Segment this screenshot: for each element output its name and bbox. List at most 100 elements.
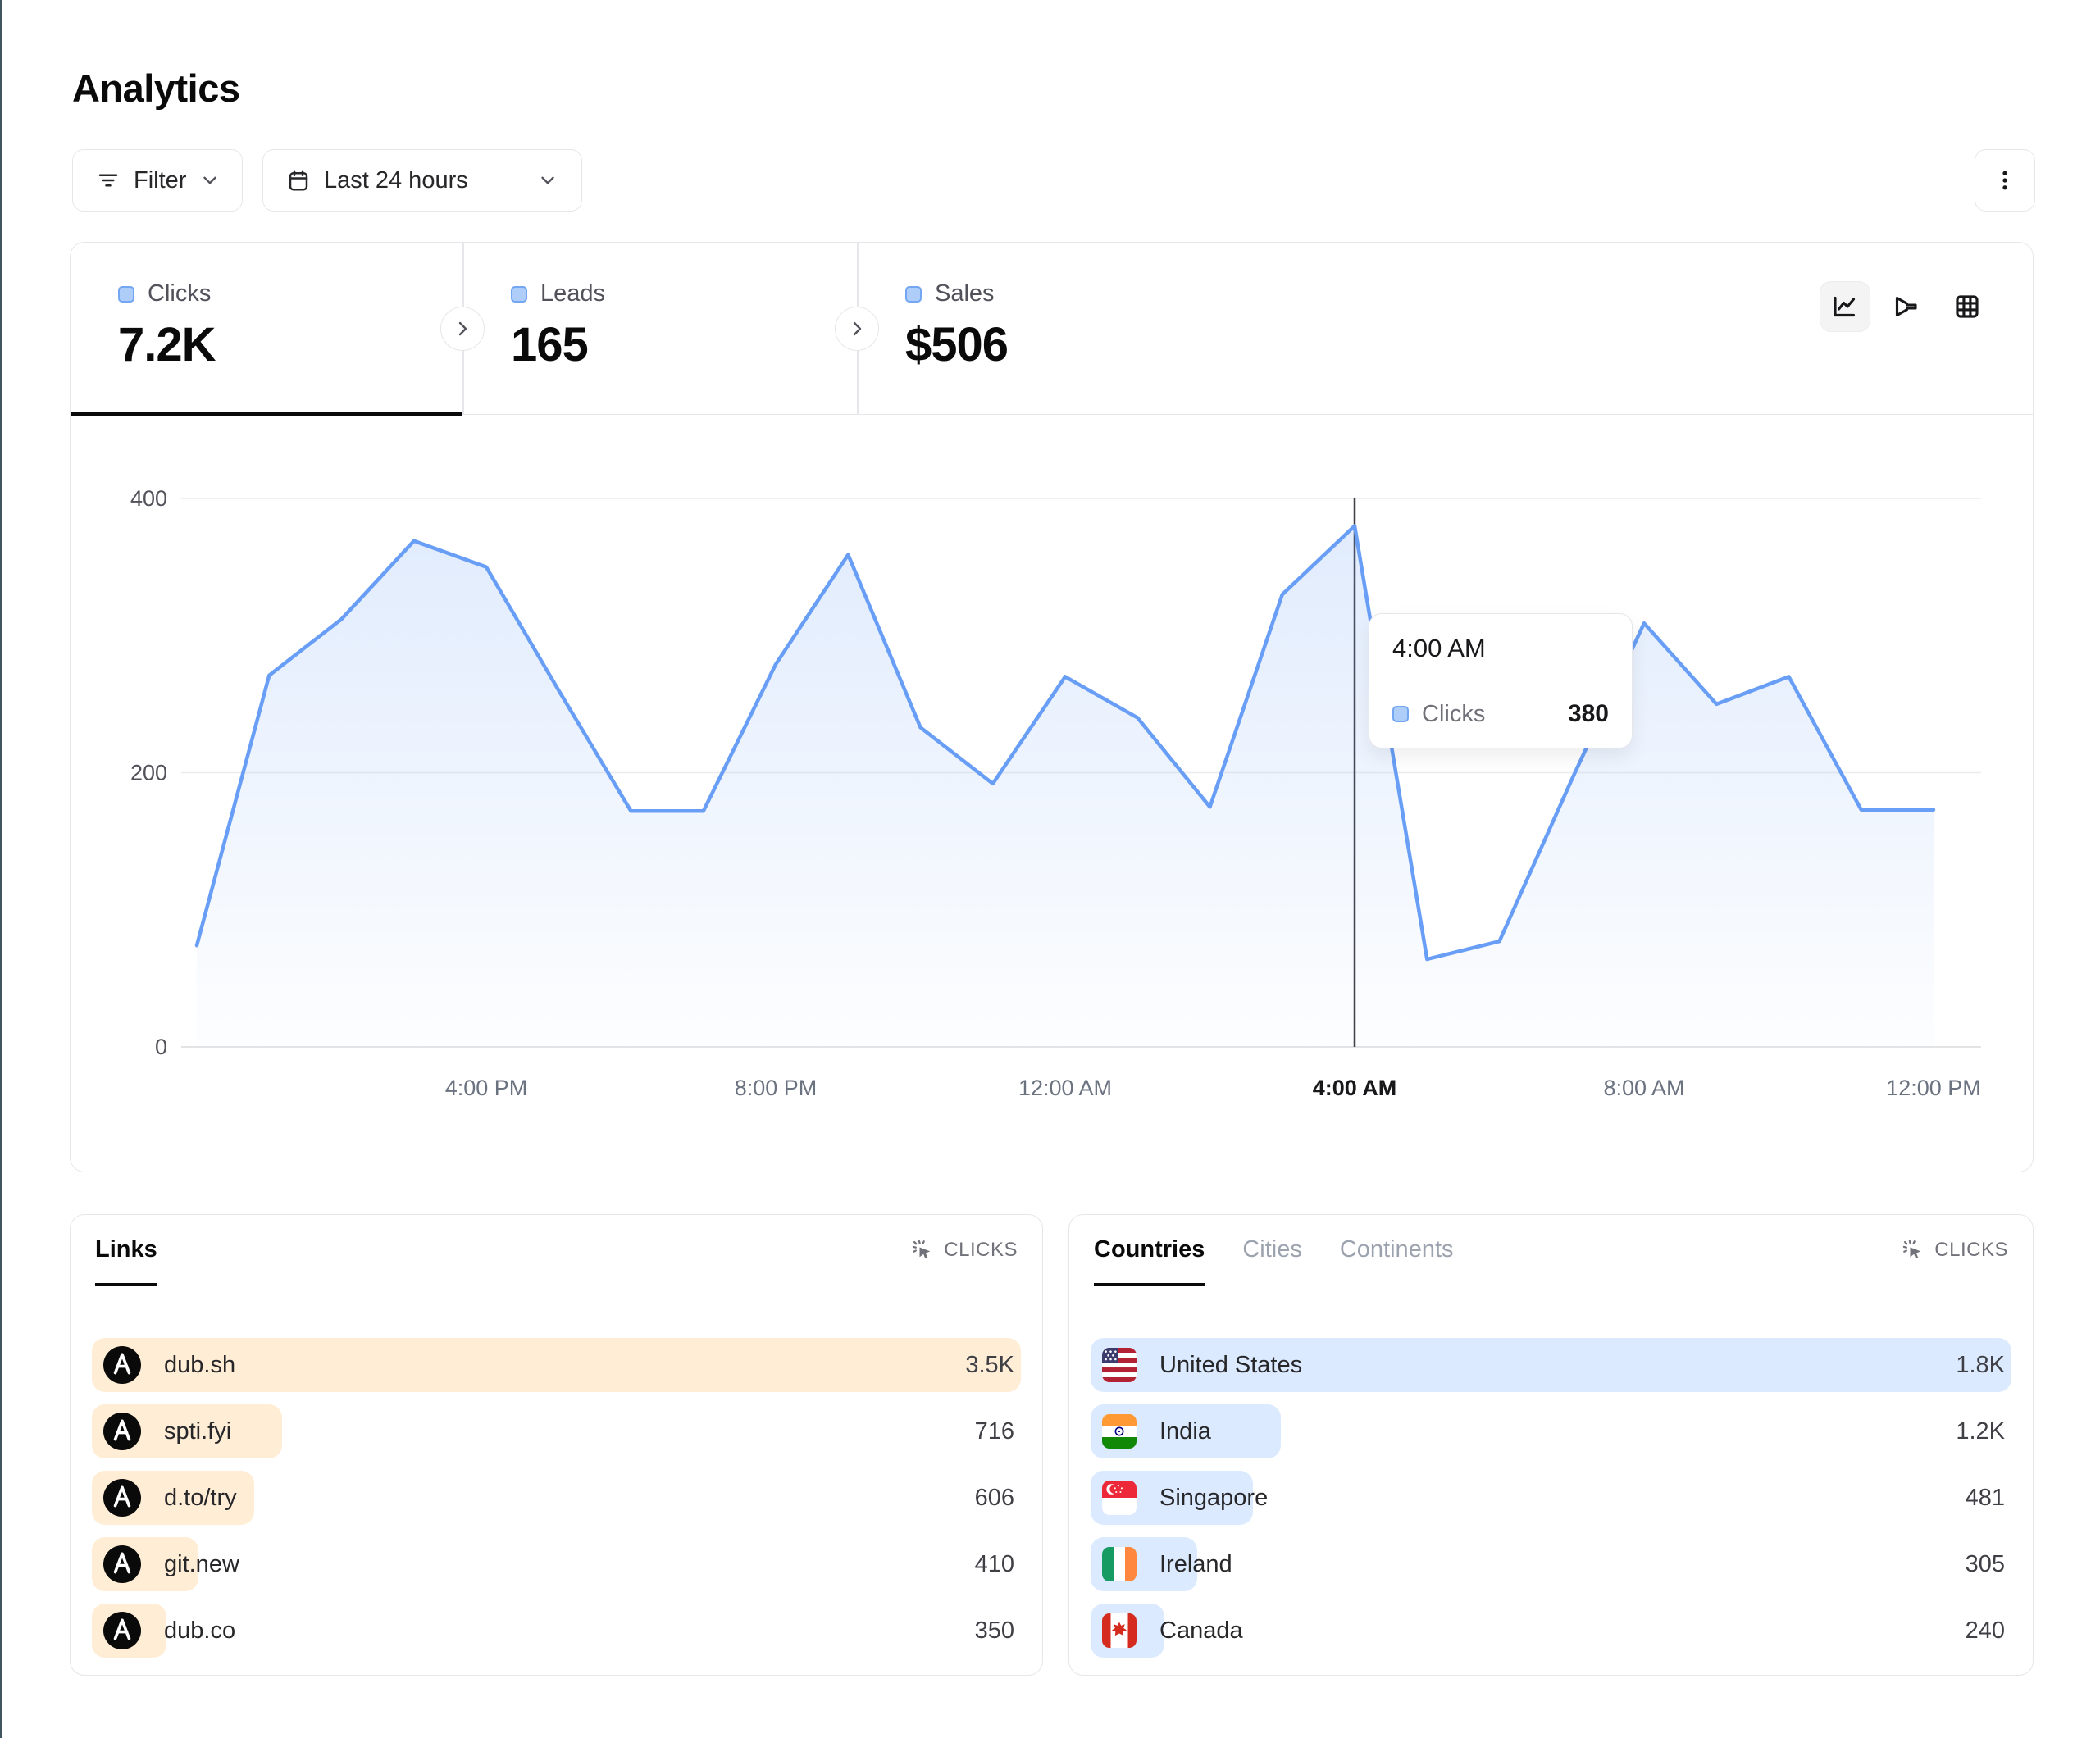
page-title: Analytics xyxy=(72,66,239,111)
more-options-button[interactable] xyxy=(1975,149,2035,212)
clicks-count: 1.8K xyxy=(1956,1338,2005,1392)
line-chart-view-button[interactable] xyxy=(1820,281,1870,332)
tooltip-series-label: Clicks xyxy=(1422,701,1485,728)
tab-leads[interactable]: Leads 165 xyxy=(463,243,857,415)
metric-tab-label: Sales xyxy=(935,280,995,307)
dub-logo-icon xyxy=(103,1413,141,1450)
metric-tabstrip: Clicks 7.2K Leads 165 Sales $506 xyxy=(71,243,2033,415)
x-tick-label: 8:00 PM xyxy=(735,1076,818,1100)
analytics-card: 0200400 4:00 PM8:00 PM12:00 AM4:00 AM8:0… xyxy=(70,242,2034,1172)
window-edge-accent xyxy=(0,0,2,1738)
tab-cities[interactable]: Cities xyxy=(1242,1215,1302,1285)
country-label: United States xyxy=(1159,1352,1302,1379)
next-metric-button[interactable] xyxy=(835,307,879,351)
x-tick-label: 4:00 AM xyxy=(1313,1076,1397,1100)
flag-in-icon xyxy=(1102,1414,1137,1449)
tab-sales[interactable]: Sales $506 xyxy=(858,243,1251,415)
filter-button[interactable]: Filter xyxy=(72,149,243,212)
links-metric-selector[interactable]: CLICKS xyxy=(911,1239,1018,1262)
link-label: dub.sh xyxy=(164,1352,235,1379)
sales-value: $506 xyxy=(905,317,1251,372)
list-item[interactable]: Ireland 305 xyxy=(1091,1537,2011,1591)
leads-value: 165 xyxy=(511,317,857,372)
filter-icon xyxy=(96,168,121,193)
leads-legend-square-icon xyxy=(511,286,527,303)
link-label: d.to/try xyxy=(164,1485,237,1512)
grid-icon xyxy=(1952,292,1982,321)
x-tick-label: 12:00 PM xyxy=(1886,1076,1981,1100)
chevron-down-icon xyxy=(537,170,558,191)
flag-ie-icon xyxy=(1102,1547,1137,1581)
list-item[interactable]: git.new 410 xyxy=(92,1537,1021,1591)
chevron-down-icon xyxy=(199,170,221,191)
links-list: dub.sh 3.5K spti.fyi 716 d.to/try 606 gi… xyxy=(71,1285,1042,1658)
flag-sg-icon xyxy=(1102,1481,1137,1515)
list-item[interactable]: United States 1.8K xyxy=(1091,1338,2011,1392)
country-label: Canada xyxy=(1159,1617,1243,1645)
tooltip-series-value: 380 xyxy=(1568,700,1609,728)
countries-metric-selector[interactable]: CLICKS xyxy=(1902,1239,2008,1262)
date-range-label: Last 24 hours xyxy=(324,167,468,194)
y-tick-label: 400 xyxy=(130,486,167,511)
links-metric-label: CLICKS xyxy=(944,1239,1018,1262)
list-item[interactable]: Canada 240 xyxy=(1091,1604,2011,1658)
countries-panel: Countries Cities Continents CLICKS United … xyxy=(1068,1214,2034,1676)
countries-tabs: Countries Cities Continents xyxy=(1094,1215,1454,1285)
list-item[interactable]: spti.fyi 716 xyxy=(92,1404,1021,1458)
clicks-count: 305 xyxy=(1966,1537,2005,1591)
country-label: Singapore xyxy=(1159,1485,1268,1512)
clicks-area-fill xyxy=(197,526,1934,1048)
y-tick-label: 200 xyxy=(130,761,167,785)
clicks-count: 716 xyxy=(975,1404,1014,1458)
clicks-count: 350 xyxy=(975,1604,1014,1658)
x-tick-label: 12:00 AM xyxy=(1018,1076,1112,1100)
metric-tab-label: Clicks xyxy=(148,280,211,307)
kebab-menu-icon xyxy=(1993,168,2017,193)
table-view-button[interactable] xyxy=(1942,281,1993,332)
links-panel: Links CLICKS dub.sh 3.5K xyxy=(70,1214,1043,1676)
country-label: India xyxy=(1159,1418,1211,1445)
funnel-view-button[interactable] xyxy=(1880,281,1931,332)
clicks-count: 240 xyxy=(1966,1604,2005,1658)
clicks-legend-square-icon xyxy=(118,286,134,303)
clicks-count: 1.2K xyxy=(1956,1404,2005,1458)
chart-x-axis-labels: 4:00 PM8:00 PM12:00 AM4:00 AM8:00 AM12:0… xyxy=(445,1076,1981,1100)
list-item[interactable]: dub.sh 3.5K xyxy=(92,1338,1021,1392)
date-range-button[interactable]: Last 24 hours xyxy=(262,149,582,212)
metric-tab-label: Leads xyxy=(540,280,605,307)
clicks-value: 7.2K xyxy=(118,317,462,372)
link-label: spti.fyi xyxy=(164,1418,231,1445)
tab-links[interactable]: Links xyxy=(95,1215,157,1285)
chart-y-axis-labels: 0 200 400 xyxy=(130,486,167,1059)
filter-button-label: Filter xyxy=(134,167,186,194)
funnel-icon xyxy=(1891,292,1920,321)
countries-metric-label: CLICKS xyxy=(1934,1239,2008,1262)
chart-tooltip: 4:00 AM Clicks 380 xyxy=(1369,613,1633,748)
dub-logo-icon xyxy=(103,1545,141,1583)
line-chart-icon xyxy=(1830,292,1860,321)
dub-logo-icon xyxy=(103,1346,141,1384)
clicks-count: 481 xyxy=(1966,1471,2005,1525)
link-label: git.new xyxy=(164,1551,239,1578)
y-tick-label: 0 xyxy=(155,1035,167,1059)
cursor-click-icon xyxy=(1902,1239,1925,1262)
list-item[interactable]: Singapore 481 xyxy=(1091,1471,2011,1525)
link-label: dub.co xyxy=(164,1617,235,1645)
list-item[interactable]: d.to/try 606 xyxy=(92,1471,1021,1525)
countries-list: United States 1.8K India 1.2K Singapore … xyxy=(1069,1285,2033,1658)
tab-countries[interactable]: Countries xyxy=(1094,1215,1205,1285)
sales-legend-square-icon xyxy=(905,286,922,303)
dub-logo-icon xyxy=(103,1612,141,1649)
list-item[interactable]: India 1.2K xyxy=(1091,1404,2011,1458)
list-item[interactable]: dub.co 350 xyxy=(92,1604,1021,1658)
flag-ca-icon xyxy=(1102,1613,1137,1648)
dub-logo-icon xyxy=(103,1479,141,1517)
flag-us-icon xyxy=(1102,1348,1137,1382)
next-metric-button[interactable] xyxy=(440,307,485,351)
x-tick-label: 8:00 AM xyxy=(1603,1076,1684,1100)
clicks-count: 606 xyxy=(975,1471,1014,1525)
tab-continents[interactable]: Continents xyxy=(1340,1215,1454,1285)
tab-clicks[interactable]: Clicks 7.2K xyxy=(71,243,462,415)
tooltip-time: 4:00 AM xyxy=(1369,614,1632,680)
tooltip-legend-square-icon xyxy=(1392,706,1409,722)
